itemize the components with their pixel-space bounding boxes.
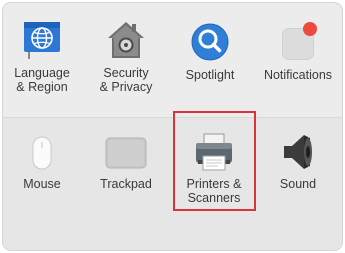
magnifier-icon bbox=[190, 22, 230, 62]
pane-label: Notifications bbox=[263, 68, 333, 82]
selection-highlight-box bbox=[173, 111, 256, 211]
notification-badge-icon bbox=[276, 20, 320, 64]
speaker-icon bbox=[278, 132, 318, 172]
pane-label: Mouse bbox=[23, 177, 61, 191]
house-lock-icon bbox=[104, 20, 148, 62]
pane-spotlight[interactable]: Spotlight bbox=[168, 20, 252, 100]
pane-notifications[interactable]: Notifications bbox=[254, 20, 342, 100]
pane-trackpad[interactable]: Trackpad bbox=[84, 134, 168, 194]
pane-mouse[interactable]: Mouse bbox=[0, 134, 84, 194]
pane-label: Security & Privacy bbox=[99, 66, 153, 94]
pane-label: Language & Region bbox=[14, 66, 70, 94]
pane-language-region[interactable]: Language & Region bbox=[0, 20, 84, 100]
mouse-icon bbox=[27, 136, 57, 172]
pane-security-privacy[interactable]: Security & Privacy bbox=[84, 20, 168, 100]
globe-flag-icon bbox=[20, 20, 64, 60]
pane-label: Sound bbox=[279, 177, 317, 191]
trackpad-icon bbox=[105, 137, 147, 169]
pane-label: Trackpad bbox=[100, 177, 152, 191]
pane-sound[interactable]: Sound bbox=[254, 132, 342, 192]
pane-label: Spotlight bbox=[185, 68, 235, 82]
